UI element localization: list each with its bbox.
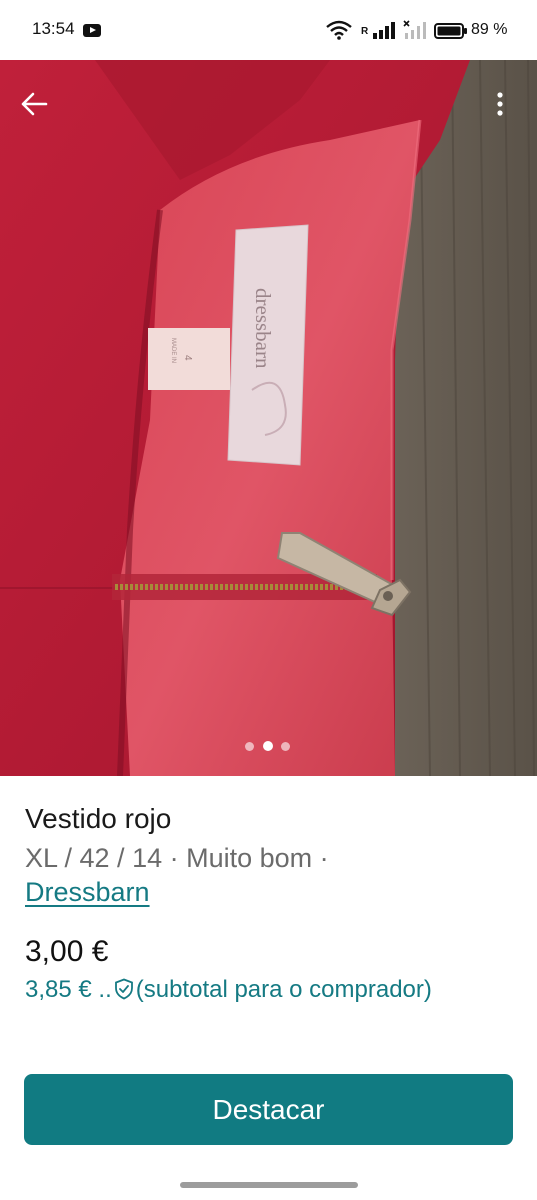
battery-percentage: 89 % (471, 21, 508, 38)
item-price: 3,00 € (25, 935, 109, 968)
back-button[interactable] (14, 84, 54, 124)
network-type-label: R (361, 26, 369, 37)
status-bar: 13:54 R 89 % (0, 0, 537, 60)
item-size-condition: XL / 42 / 14 · Muito bom · (25, 843, 329, 873)
item-attributes: XL / 42 / 14 · Muito bom · Dressbarn (25, 841, 505, 909)
signal-secondary-icon (403, 20, 426, 39)
youtube-icon (83, 24, 101, 37)
buyer-price-note: (subtotal para o comprador) (135, 976, 432, 1003)
shield-check-icon (114, 978, 133, 1000)
carousel-dot[interactable] (281, 742, 290, 751)
carousel-dot-active[interactable] (263, 741, 273, 751)
carousel-dot[interactable] (245, 742, 254, 751)
buyer-price-info[interactable]: 3,85 € .. (subtotal para o comprador) (25, 976, 432, 1004)
size-tag-number: 4 (182, 355, 193, 361)
signal-icon (373, 22, 395, 39)
size-tag-made-in: MADE IN (170, 338, 176, 363)
back-arrow-icon (21, 92, 48, 116)
brand-label-text: dressbarn (251, 288, 275, 369)
highlight-button[interactable]: Destacar (24, 1074, 513, 1145)
product-photo[interactable]: 4 MADE IN dressbarn (0, 60, 537, 776)
status-time: 13:54 (32, 19, 75, 38)
product-photo-scene: 4 MADE IN dressbarn (0, 60, 537, 776)
buyer-price: 3,85 € .. (25, 976, 112, 1003)
battery-icon (434, 23, 467, 39)
home-indicator[interactable] (180, 1182, 358, 1188)
more-vert-icon (497, 92, 503, 116)
wifi-icon (326, 20, 352, 40)
item-title: Vestido rojo (25, 803, 172, 834)
brand-link[interactable]: Dressbarn (25, 877, 150, 907)
carousel-indicator (243, 740, 295, 752)
more-options-button[interactable] (484, 84, 516, 124)
